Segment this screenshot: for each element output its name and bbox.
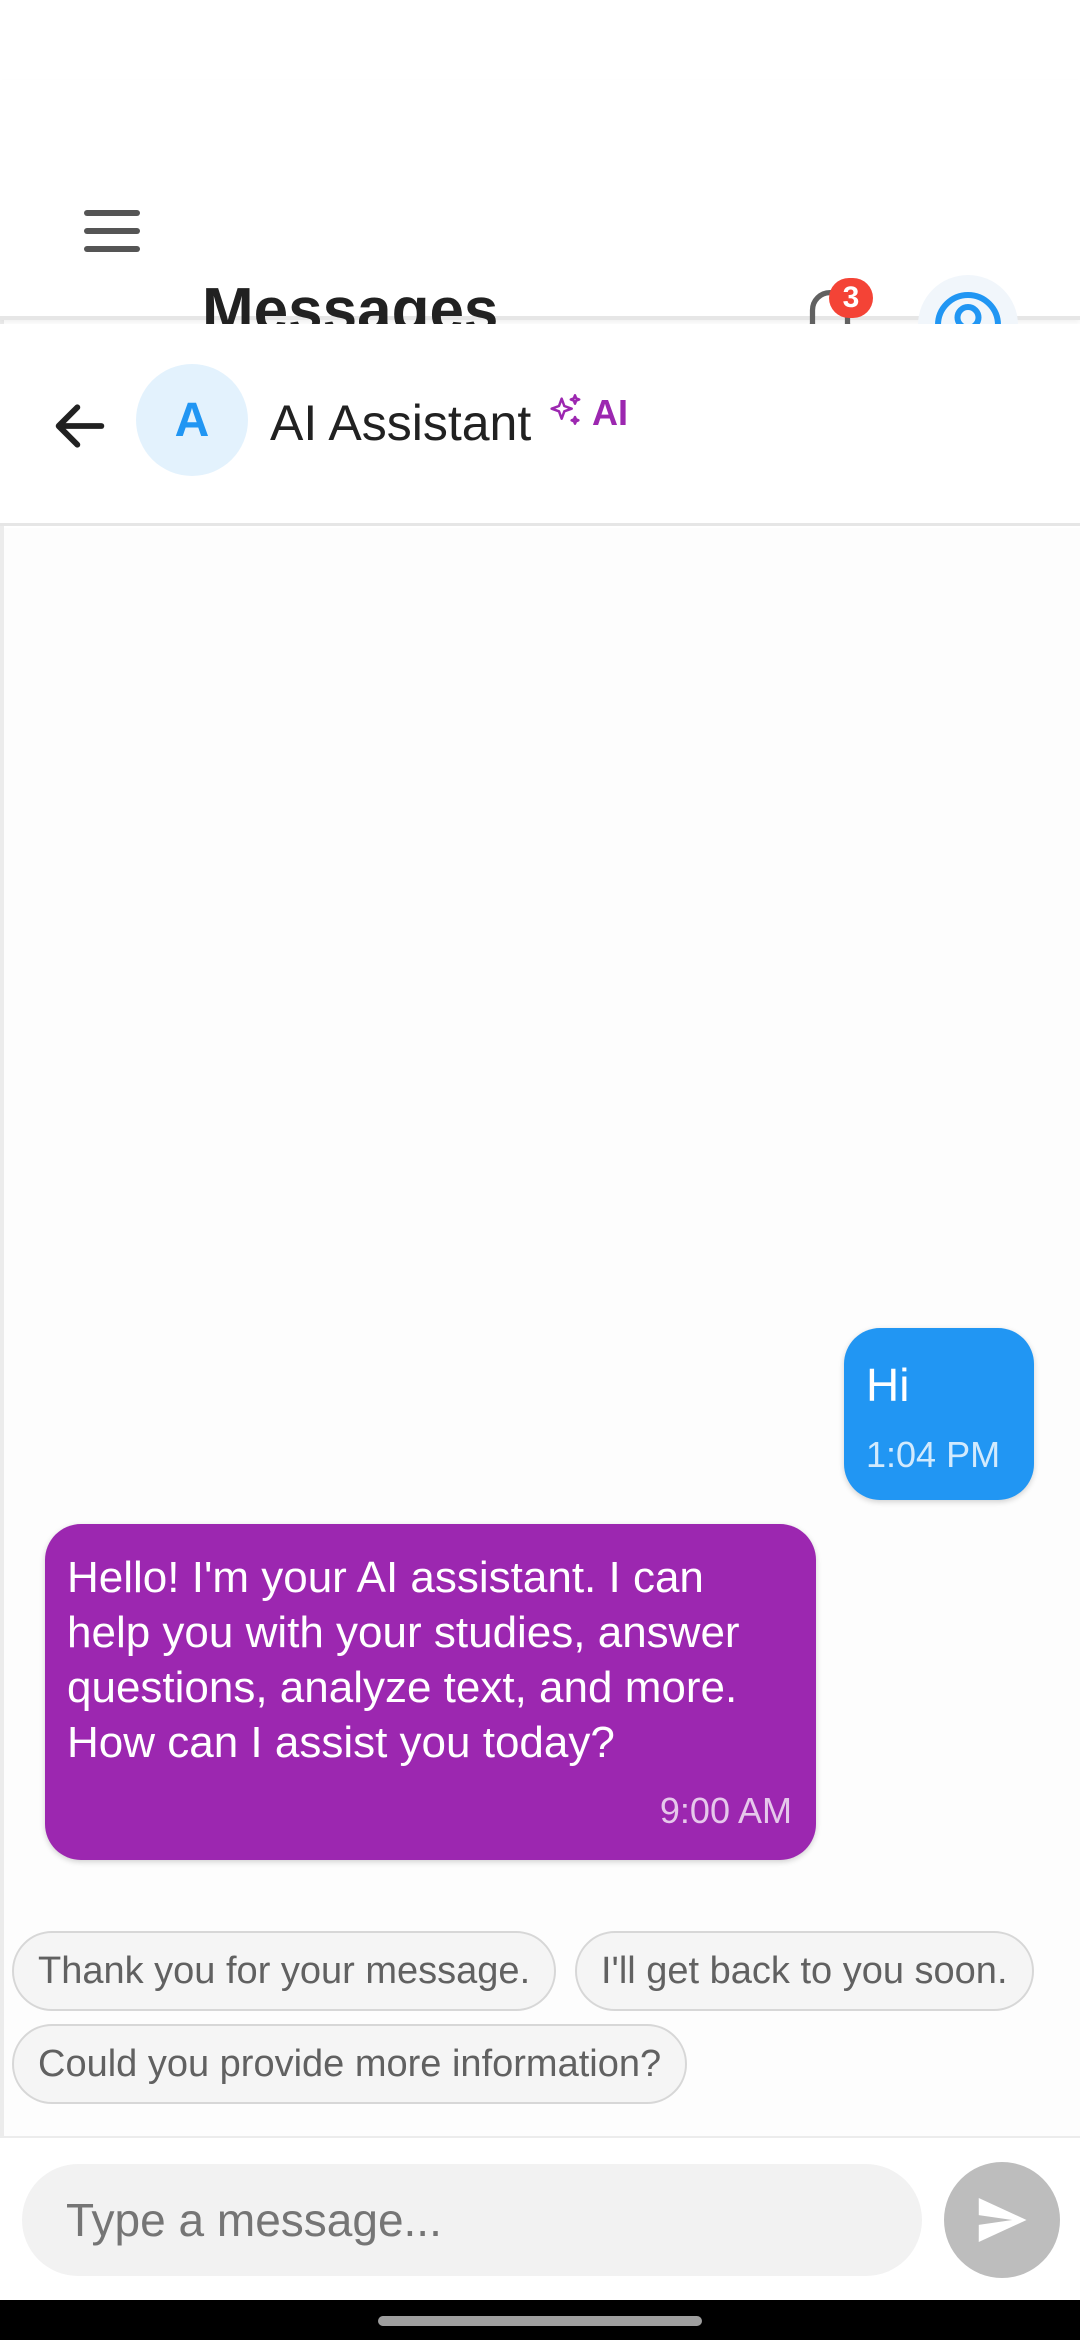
back-arrow-icon[interactable] — [48, 394, 112, 458]
quick-reply-chip[interactable]: Could you provide more information? — [12, 2024, 688, 2104]
incoming-message-bubble[interactable]: Hello! I'm your AI assistant. I can help… — [45, 1524, 816, 1860]
menu-icon[interactable] — [80, 210, 144, 258]
app-bar: Messages 3 — [0, 80, 1080, 375]
quick-reply-chip[interactable]: Thank you for your message. — [12, 1931, 557, 2011]
message-text: Hello! I'm your AI assistant. I can help… — [67, 1553, 740, 1767]
status-bar — [0, 0, 1080, 80]
message-timestamp: 1:04 PM — [866, 1434, 1001, 1475]
outgoing-message-bubble[interactable]: Hi 1:04 PM — [844, 1328, 1034, 1500]
message-text: Hi — [866, 1359, 910, 1411]
quick-reply-chip[interactable]: I'll get back to you soon. — [575, 1931, 1034, 2011]
message-timestamp: 9:00 AM — [659, 1790, 792, 1831]
ai-badge: AI — [592, 392, 628, 433]
send-button[interactable] — [944, 2162, 1060, 2278]
message-input[interactable] — [22, 2164, 922, 2276]
system-nav-bar — [0, 2300, 1080, 2340]
composer-bar — [0, 2136, 1080, 2300]
sparkle-icon — [550, 394, 581, 425]
chat-header: A AI Assistant AI — [0, 324, 1080, 526]
send-icon — [978, 2198, 1027, 2242]
home-gesture-handle[interactable] — [378, 2316, 702, 2326]
notification-count-badge: 3 — [829, 278, 873, 318]
contact-avatar[interactable]: A — [136, 364, 248, 476]
contact-name: AI Assistant — [270, 395, 532, 451]
